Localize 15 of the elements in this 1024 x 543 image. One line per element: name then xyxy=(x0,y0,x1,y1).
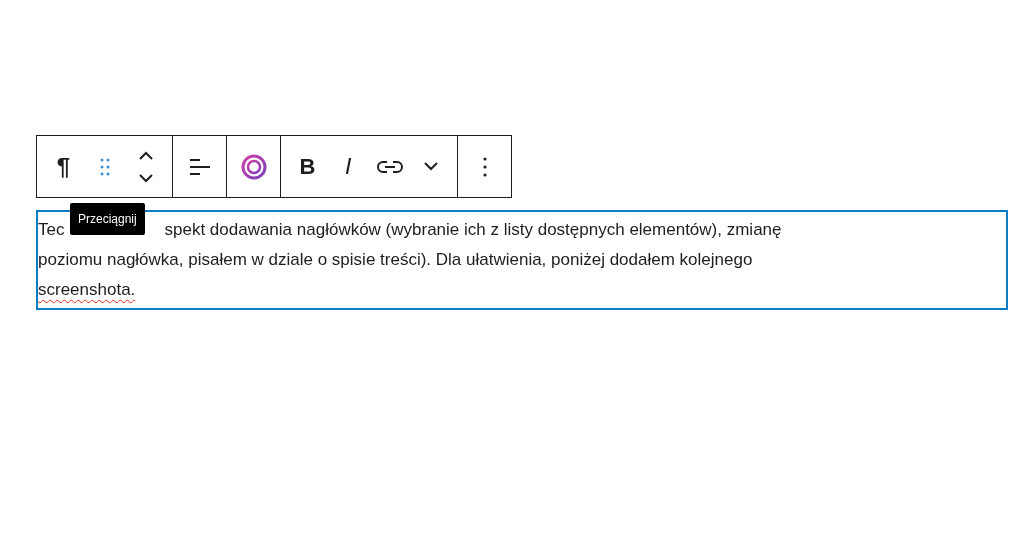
more-options-icon xyxy=(482,156,487,177)
paragraph-text: poziomu nagłówka, pisałem w dziale o spisie treści). Dla ułatwienia, poniżej dodałem kolejnego xyxy=(38,249,753,271)
paragraph-button[interactable]: ¶ xyxy=(43,142,84,191)
paragraph-text: Tec xyxy=(38,219,65,241)
ai-logo-icon xyxy=(239,152,268,181)
drag-handle-icon xyxy=(98,156,111,177)
bold-button[interactable]: B xyxy=(287,142,328,191)
paragraph-text: screenshota. xyxy=(38,279,136,301)
link-icon xyxy=(376,159,403,174)
chevron-up-down-icon xyxy=(137,150,154,183)
tooltip: Przeciągnij xyxy=(70,203,145,235)
align-left-icon xyxy=(187,156,212,177)
chevron-down-icon xyxy=(423,162,438,171)
italic-button[interactable]: I xyxy=(328,142,369,191)
paragraph-text: spekt dodawania nagłówków (wybranie ich z listy dostępnych elementów), zmianę xyxy=(164,219,782,241)
